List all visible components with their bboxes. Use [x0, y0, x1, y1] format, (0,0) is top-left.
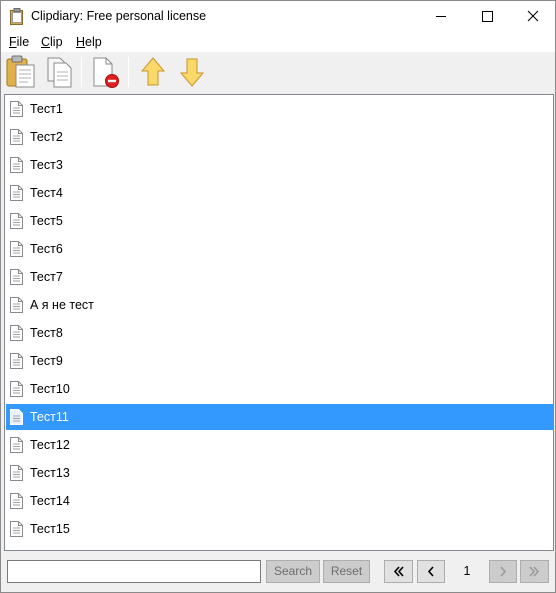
chevron-right-icon	[500, 566, 507, 577]
list-item[interactable]: Тест10	[6, 376, 553, 402]
clipboard-app-icon	[10, 8, 23, 25]
paste-icon	[6, 55, 35, 88]
maximize-button[interactable]	[464, 1, 510, 32]
prev-page-button[interactable]	[417, 560, 445, 583]
document-icon	[10, 241, 23, 257]
list-item-label: А я не тест	[30, 298, 94, 312]
delete-button[interactable]	[88, 54, 124, 90]
list-item[interactable]: Тест6	[6, 236, 553, 262]
list-item[interactable]: Тест3	[6, 152, 553, 178]
document-icon	[10, 409, 23, 425]
document-icon	[10, 213, 23, 229]
list-item[interactable]: Тест7	[6, 264, 553, 290]
reset-button[interactable]: Reset	[323, 560, 370, 583]
toolbar	[1, 52, 555, 92]
list-item-label: Тест8	[30, 326, 63, 340]
document-icon	[10, 381, 23, 397]
toolbar-separator	[128, 57, 129, 87]
list-item[interactable]: Тест13	[6, 460, 553, 486]
list-item-label: Тест1	[30, 102, 63, 116]
list-item-label: Тест4	[30, 186, 63, 200]
list-item-label: Тест14	[30, 494, 70, 508]
first-page-button[interactable]	[384, 560, 413, 583]
list-item-label: Тест12	[30, 438, 70, 452]
list-item-label: Тест10	[30, 382, 70, 396]
close-button[interactable]	[510, 1, 556, 32]
move-up-icon	[140, 57, 166, 86]
clip-list[interactable]: Тест1 Тест2 Тест3 Тест4 Тест5 Тест6 Тест7 А я н…	[4, 94, 554, 551]
document-icon	[10, 269, 23, 285]
document-icon	[10, 157, 23, 173]
last-page-button[interactable]	[520, 560, 549, 583]
list-item-label: Тест6	[30, 242, 63, 256]
window-title: Clipdiary: Free personal license	[31, 9, 207, 23]
list-item[interactable]: Тест1	[6, 96, 553, 122]
main-window: Clipdiary: Free personal license File Cl…	[0, 0, 556, 593]
menu-file[interactable]: File	[9, 35, 29, 49]
document-icon	[10, 437, 23, 453]
close-icon	[527, 10, 539, 22]
delete-icon	[93, 57, 119, 88]
double-chevron-left-icon	[393, 566, 404, 577]
menu-bar: File Clip Help	[1, 32, 555, 52]
minimize-button[interactable]	[418, 1, 464, 32]
list-item[interactable]: Тест12	[6, 432, 553, 458]
page-number: 1	[463, 564, 471, 578]
search-button[interactable]: Search	[266, 560, 320, 583]
list-item-label: Тест3	[30, 158, 63, 172]
document-icon	[10, 129, 23, 145]
document-icon	[10, 353, 23, 369]
move-up-button[interactable]	[135, 54, 171, 90]
paste-button[interactable]	[3, 54, 39, 90]
list-item[interactable]: Тест14	[6, 488, 553, 514]
list-item[interactable]: Тест15	[6, 516, 553, 542]
double-chevron-right-icon	[529, 566, 540, 577]
list-item[interactable]: Тест8	[6, 320, 553, 346]
list-item-label: Тест13	[30, 466, 70, 480]
list-item[interactable]: Тест2	[6, 124, 553, 150]
document-icon	[10, 185, 23, 201]
list-item-label: Тест15	[30, 522, 70, 536]
minimize-icon	[436, 16, 446, 17]
document-icon	[10, 465, 23, 481]
document-icon	[10, 101, 23, 117]
move-down-button[interactable]	[174, 54, 210, 90]
list-item[interactable]: Тест5	[6, 208, 553, 234]
copy-icon	[47, 57, 72, 88]
list-item[interactable]: Тест4	[6, 180, 553, 206]
list-item-label: Тест11	[30, 410, 69, 424]
list-item-label: Тест5	[30, 214, 63, 228]
list-item[interactable]: Тест9	[6, 348, 553, 374]
list-item[interactable]: Тест11	[6, 404, 553, 430]
copy-button[interactable]	[42, 54, 78, 90]
list-item-label: Тест9	[30, 354, 63, 368]
menu-clip[interactable]: Clip	[41, 35, 63, 49]
maximize-icon	[482, 11, 493, 22]
list-item[interactable]: А я не тест	[6, 292, 553, 318]
document-icon	[10, 325, 23, 341]
search-input[interactable]	[7, 560, 261, 583]
menu-help[interactable]: Help	[76, 35, 102, 49]
document-icon	[10, 521, 23, 537]
document-icon	[10, 493, 23, 509]
search-bar: Search Reset 1	[1, 553, 555, 592]
title-bar[interactable]: Clipdiary: Free personal license	[1, 1, 555, 32]
chevron-left-icon	[427, 566, 434, 577]
document-icon	[10, 297, 23, 313]
toolbar-separator	[81, 57, 82, 87]
list-item-label: Тест7	[30, 270, 63, 284]
list-item-label: Тест2	[30, 130, 63, 144]
move-down-icon	[179, 58, 205, 87]
next-page-button[interactable]	[489, 560, 517, 583]
